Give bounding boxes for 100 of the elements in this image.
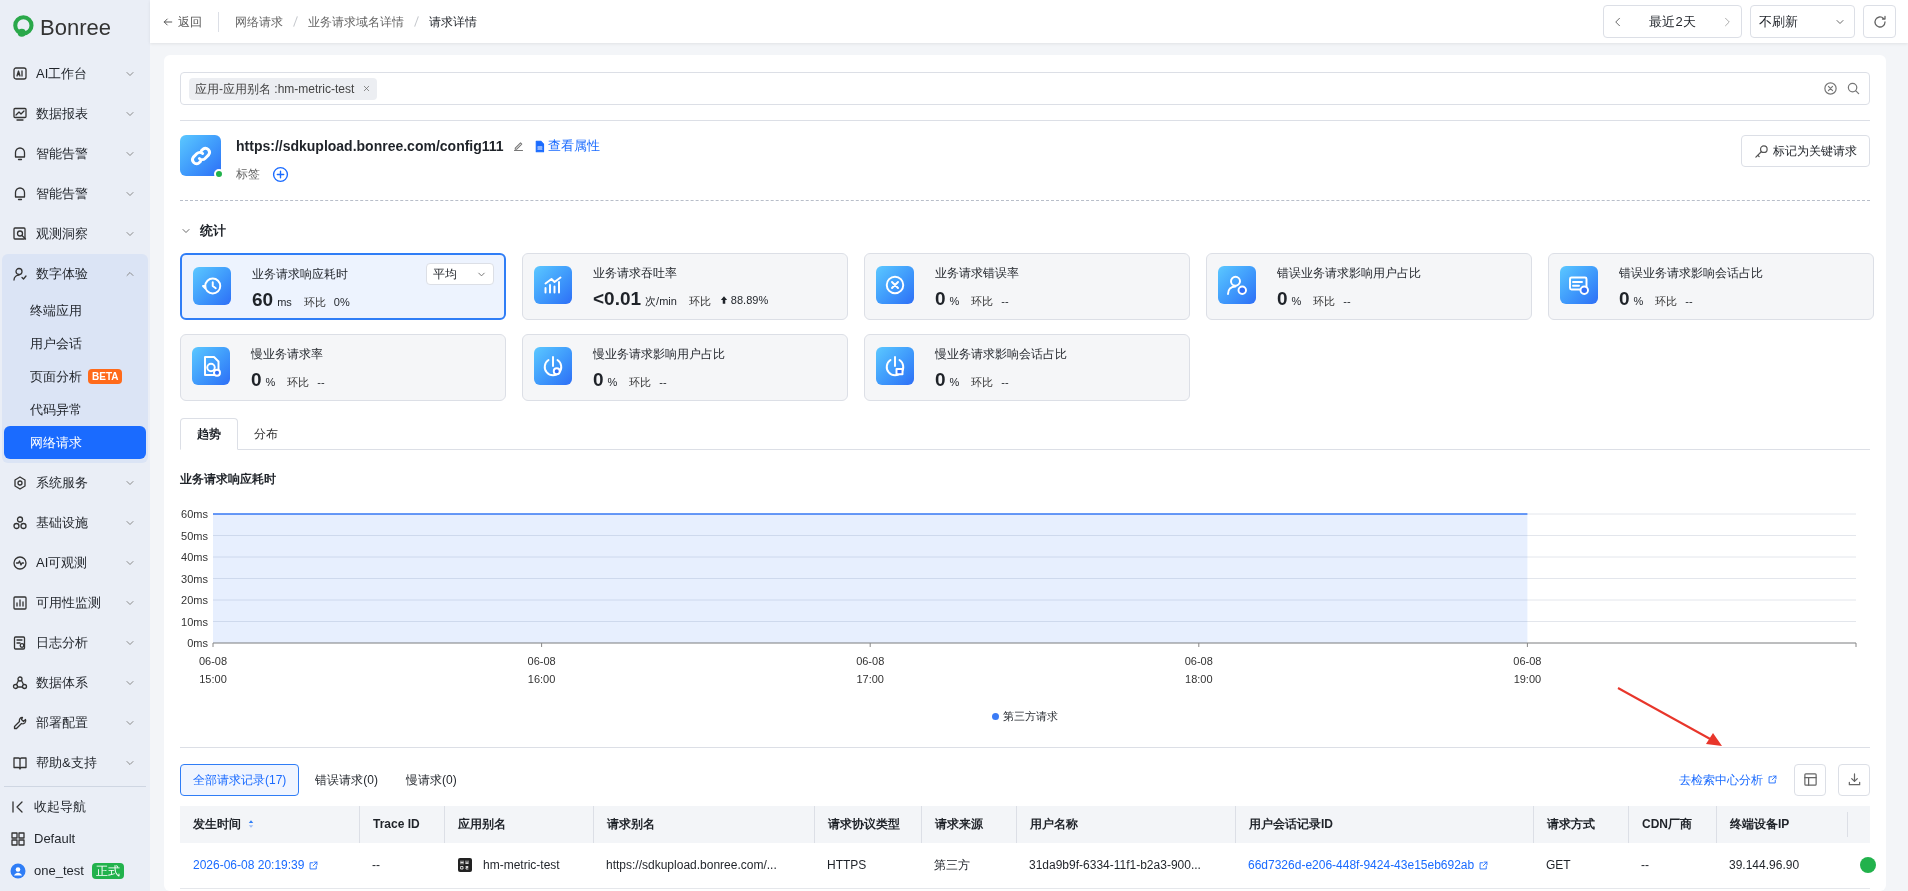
sidebar-item[interactable]: AI工作台 [2, 54, 148, 94]
metric-change: 88.89% [718, 291, 769, 309]
column-header[interactable]: 应用别名 [458, 815, 506, 833]
table-link[interactable]: 66d7326d-e206-448f-9424-43e15eb692ab [1248, 856, 1490, 874]
view-properties-link[interactable]: 查看属性 [532, 136, 600, 156]
sidebar-subitem[interactable]: 代码异常 [4, 393, 146, 426]
refresh-dropdown[interactable]: 不刷新 [1750, 5, 1855, 38]
metric-value: 0 [935, 287, 946, 311]
stats-section-toggle[interactable]: 统计 [180, 222, 1870, 240]
axis-label: 20ms [181, 594, 208, 606]
tags-label: 标签 [236, 166, 260, 183]
sidebar-item[interactable]: 可用性监测 [2, 583, 148, 623]
filter-tag-label: 应用-应用别名 :hm-metric-test [195, 80, 355, 98]
sidebar-item[interactable]: 部署配置 [2, 703, 148, 743]
bar-chart-icon [12, 595, 28, 611]
column-header[interactable]: 请求协议类型 [828, 815, 900, 833]
metric-card[interactable]: 业务请求响应耗时 60 ms 环比 0% 平均 [180, 253, 506, 320]
axis-label: 10ms [181, 615, 208, 628]
metric-card[interactable]: 错误业务请求影响用户占比 0 % 环比 -- [1206, 253, 1532, 320]
search-icon [1846, 81, 1861, 96]
hexagon-icon [12, 475, 28, 491]
sidebar-item[interactable]: 智能告警 [2, 134, 148, 174]
compare-label: 环比 [287, 375, 310, 390]
sidebar-subitem[interactable]: 页面分析 BETA [4, 360, 146, 393]
user-name[interactable]: one_test [34, 861, 84, 881]
beta-badge: BETA [88, 369, 123, 384]
column-header[interactable]: 终端设备IP [1730, 815, 1790, 833]
logo-text: Bonree [40, 13, 111, 42]
sidebar-item[interactable]: 帮助&支持 [2, 743, 148, 783]
breadcrumb-link[interactable]: 业务请求域名详情 [308, 12, 404, 31]
column-header[interactable]: 发生时间 [193, 815, 241, 833]
sidebar-subitem[interactable]: 终端应用 [4, 294, 146, 327]
metric-card[interactable]: 慢业务请求影响用户占比 0 % 环比 -- [522, 334, 848, 401]
column-header[interactable]: 用户名称 [1030, 815, 1078, 833]
download-icon [1846, 772, 1862, 787]
metric-change: 0% [333, 295, 350, 310]
aggregate-dropdown[interactable]: 平均 [426, 263, 494, 285]
metric-title: 错误业务请求影响用户占比 [1277, 265, 1421, 282]
legend-item[interactable]: 第三方请求 [992, 708, 1058, 725]
metric-change: -- [1343, 294, 1351, 309]
mark-key-request-button[interactable]: 标记为关键请求 [1741, 135, 1870, 167]
sidebar-item[interactable]: 智能告警 [2, 174, 148, 214]
record-tab[interactable]: 错误请求(0) [303, 763, 390, 796]
sidebar-item[interactable]: 观测洞察 [2, 214, 148, 254]
column-header[interactable]: 请求方式 [1547, 815, 1595, 833]
sidebar-item[interactable]: 数据体系 [2, 663, 148, 703]
column-header[interactable]: 请求来源 [935, 815, 983, 833]
sidebar-item[interactable]: 系统服务 [2, 463, 148, 503]
download-button[interactable] [1838, 763, 1870, 796]
add-tag-button[interactable] [272, 165, 289, 183]
external-link-icon [1767, 774, 1778, 785]
external-link-icon [1478, 859, 1490, 871]
back-link[interactable]: 返回 [162, 12, 202, 31]
filter-tag[interactable]: 应用-应用别名 :hm-metric-test [189, 77, 378, 100]
view-tab[interactable]: 趋势 [180, 418, 238, 450]
app-logo-icon [457, 857, 473, 873]
avatar-icon [10, 863, 26, 879]
record-tab[interactable]: 全部请求记录(17) [180, 763, 300, 796]
grid-icon [10, 831, 26, 847]
metric-card[interactable]: 慢业务请求率 0 % 环比 -- [180, 334, 506, 401]
metric-card[interactable]: 业务请求错误率 0 % 环比 -- [864, 253, 1190, 320]
back-arrow-icon [162, 15, 174, 28]
metric-title: 慢业务请求影响用户占比 [593, 346, 725, 363]
metric-card[interactable]: 错误业务请求影响会话占比 0 % 环比 -- [1548, 253, 1874, 320]
breadcrumb-link[interactable]: 网络请求 [235, 12, 283, 31]
sidebar-item[interactable]: 基础设施 [2, 503, 148, 543]
edit-icon [511, 139, 525, 153]
filter-field[interactable]: 应用-应用别名 :hm-metric-test [180, 72, 1870, 105]
request-url: https://sdkupload.bonree.com/config111 [236, 136, 504, 156]
column-header[interactable]: CDN厂商 [1642, 815, 1692, 833]
metric-card[interactable]: 业务请求吞吐率 <0.01 次/min 环比 88.89% [522, 253, 848, 320]
view-tab[interactable]: 分布 [238, 418, 294, 450]
record-tab[interactable]: 慢请求(0) [394, 763, 469, 796]
workspace-name[interactable]: Default [34, 829, 76, 849]
sidebar-item[interactable]: 日志分析 [2, 623, 148, 663]
metric-card[interactable]: 慢业务请求影响会话占比 0 % 环比 -- [864, 334, 1190, 401]
column-header[interactable]: 请求别名 [607, 815, 655, 833]
collapse-nav-link[interactable]: 收起导航 [34, 797, 86, 817]
breadcrumb-current: 请求详情 [429, 13, 477, 31]
sidebar-item[interactable]: 数字体验 [2, 254, 148, 294]
metric-value: 0 [935, 368, 946, 392]
time-range-picker[interactable]: 最近2天 [1603, 5, 1742, 38]
metric-title: 业务请求错误率 [935, 265, 1019, 282]
axis-label: 06-08 16:00 [527, 655, 556, 685]
metric-change: -- [317, 375, 325, 390]
column-header[interactable]: 用户会话记录ID [1249, 815, 1333, 833]
search-center-link[interactable]: 去检索中心分析 [1679, 770, 1778, 789]
column-settings-button[interactable] [1794, 763, 1826, 796]
table-cell-text: HTTPS [827, 857, 867, 874]
sidebar-subitem[interactable]: 网络请求 [4, 426, 146, 459]
key-icon [1754, 143, 1769, 159]
refresh-button[interactable] [1863, 5, 1896, 38]
column-header[interactable]: Trace ID [373, 815, 420, 833]
search-icon [12, 226, 28, 242]
chart-icon [12, 106, 28, 122]
table-link[interactable]: 2026-06-08 20:19:39 [193, 856, 320, 874]
sidebar-subitem[interactable]: 用户会话 [4, 327, 146, 360]
sidebar-item[interactable]: 数据报表 [2, 94, 148, 134]
metric-unit: % [607, 375, 618, 390]
sidebar-item[interactable]: AI可观测 [2, 543, 148, 583]
